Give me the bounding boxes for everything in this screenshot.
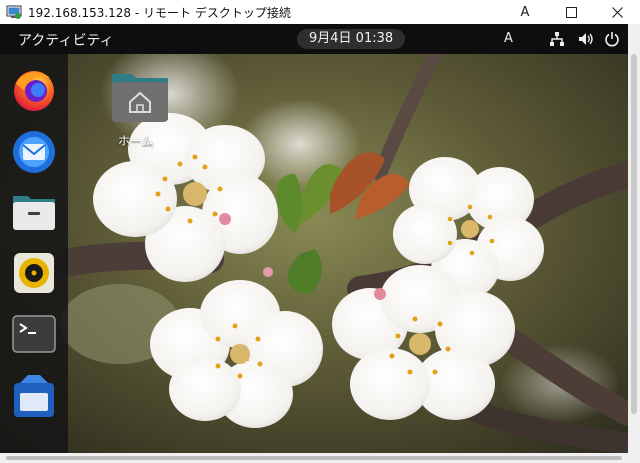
minimize-icon: A [520,4,530,20]
wallpaper-cherry-blossom [0,24,628,453]
thunderbird-icon[interactable] [10,127,58,175]
maximize-icon [565,6,577,18]
window-title: 192.168.153.128 - リモート デスクトップ接続 [28,5,291,20]
remote-desktop-icon [6,5,22,19]
volume-icon[interactable] [578,31,594,47]
rhythmbox-icon[interactable] [10,249,58,297]
software-icon[interactable] [10,371,58,419]
close-button[interactable] [594,0,640,24]
power-icon[interactable] [604,31,620,47]
minimize-button[interactable]: A [502,0,548,24]
input-method-indicator[interactable]: A [504,31,513,46]
gnome-top-bar: アクティビティ 9月4日 01:38 A [0,24,628,54]
clock-button[interactable]: 9月4日 01:38 [297,29,406,49]
close-icon [611,6,623,18]
vertical-scrollbar-thumb[interactable] [631,54,637,414]
horizontal-scrollbar[interactable] [0,453,640,463]
files-icon[interactable] [10,188,58,236]
remote-desktop-view[interactable]: アクティビティ 9月4日 01:38 A ホーム [0,24,628,453]
activities-button[interactable]: アクティビティ [18,30,114,50]
firefox-icon[interactable] [10,66,58,114]
home-folder-icon[interactable] [108,64,172,128]
horizontal-scrollbar-thumb[interactable] [6,456,622,460]
network-icon[interactable] [549,31,565,47]
window-controls: A [502,0,640,24]
maximize-button[interactable] [548,0,594,24]
dock [0,54,68,453]
vertical-scrollbar[interactable] [628,24,640,453]
rdp-title-bar: 192.168.153.128 - リモート デスクトップ接続 A [0,0,640,24]
home-folder-label: ホーム [118,134,154,148]
terminal-icon[interactable] [10,310,58,358]
